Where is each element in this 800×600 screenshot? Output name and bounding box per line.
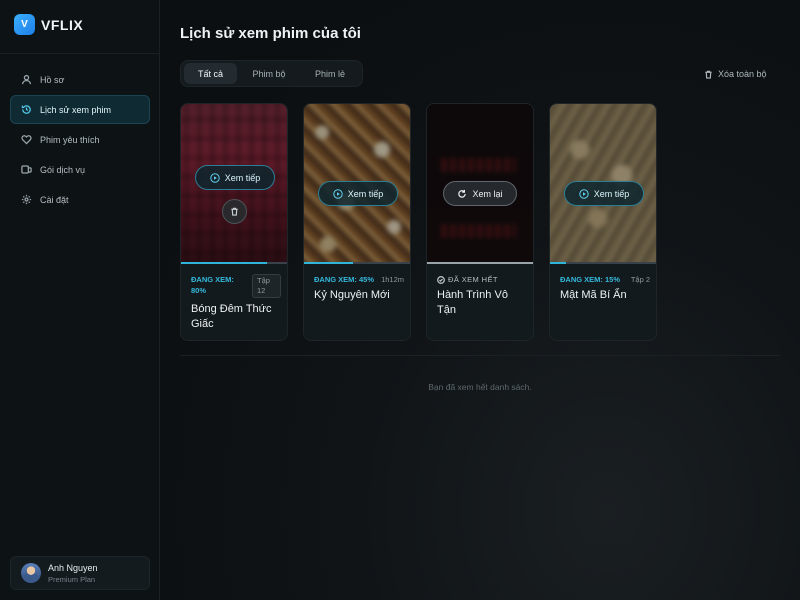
brand-name: VFLIX — [41, 16, 84, 33]
continue-button[interactable]: Xem tiếp — [564, 181, 644, 206]
end-of-list-note: Bạn đã xem hết danh sách. — [428, 382, 532, 392]
user-icon — [21, 74, 32, 85]
continue-label: Xem tiếp — [224, 172, 261, 183]
sidebar: V VFLIX Hồ sơ Lịch sử xem phim Phim yêu … — [0, 0, 160, 600]
delete-button[interactable] — [222, 199, 247, 224]
continue-label: Xem tiếp — [347, 188, 384, 199]
user-profile-card[interactable]: Anh Nguyen Premium Plan — [10, 556, 150, 590]
divider — [180, 355, 780, 356]
card-title: Mật Mã Bí Ẩn — [560, 289, 627, 301]
user-info: Anh Nguyen Premium Plan — [48, 563, 98, 584]
poster[interactable]: Xem tiếp — [550, 104, 656, 264]
tab-all[interactable]: Tất cả — [184, 63, 237, 84]
trash-icon — [231, 207, 238, 216]
progress-bar — [304, 262, 410, 264]
history-icon — [21, 104, 32, 115]
check-circle-icon — [437, 275, 445, 284]
sidebar-item-settings[interactable]: Cài đặt — [10, 185, 150, 214]
clear-all-label: Xóa toàn bộ — [718, 69, 767, 79]
progress-fill — [550, 262, 567, 264]
sidebar-item-label: Hồ sơ — [40, 74, 65, 85]
status-text: ĐANG XEM: 15% — [560, 275, 621, 284]
play-icon — [579, 188, 589, 199]
replay-label: Xem lại — [472, 188, 503, 199]
progress-bar — [550, 262, 656, 264]
progress-fill — [181, 262, 268, 264]
card-title: Hành Trình Vô Tận — [437, 289, 508, 316]
status-label: ĐÃ XEM HẾT — [448, 275, 498, 284]
poster[interactable]: Xem tiếp — [304, 104, 410, 264]
clear-all-button[interactable]: Xóa toàn bộ — [704, 67, 767, 81]
sidebar-item-profile[interactable]: Hồ sơ — [10, 65, 150, 94]
brand[interactable]: V VFLIX — [14, 14, 83, 35]
card-title: Bóng Đêm Thức Giấc — [191, 303, 272, 330]
progress-fill — [304, 262, 353, 264]
status-row: ĐANG XEM: 15% Tập 2 — [560, 274, 650, 285]
filter-tabs: Tất cả Phim bộ Phim lẻ — [180, 60, 363, 87]
card-title: Kỷ Nguyên Mới — [314, 289, 390, 301]
sidebar-item-label: Phim yêu thích — [40, 134, 100, 145]
progress-bar — [181, 262, 287, 264]
sidebar-item-history[interactable]: Lịch sử xem phim — [10, 95, 150, 124]
sidebar-item-label: Lịch sử xem phim — [40, 104, 112, 115]
status-row: ĐÃ XEM HẾT — [437, 274, 527, 285]
brand-logo: V — [14, 14, 35, 35]
replay-icon — [458, 189, 467, 198]
status-row: ĐANG XEM: 80% Tập 12 — [191, 274, 281, 298]
plans-icon — [21, 164, 32, 175]
continue-label: Xem tiếp — [593, 188, 630, 199]
gear-icon — [21, 194, 32, 205]
tab-series[interactable]: Phim bộ — [237, 63, 301, 84]
history-card[interactable]: Xem tiếp ĐANG XEM: 15% Tập 2 Mật Mã Bí Ẩ… — [549, 103, 657, 341]
user-name: Anh Nguyen — [48, 562, 98, 573]
history-card[interactable]: Xem lại ĐÃ XEM HẾT Hành Trình Vô Tận — [426, 103, 534, 341]
continue-button[interactable]: Xem tiếp — [195, 165, 275, 190]
sidebar-item-label: Gói dịch vụ — [40, 164, 86, 175]
status-text: ĐANG XEM: 80% — [191, 275, 234, 295]
sidebar-item-plans[interactable]: Gói dịch vụ — [10, 155, 150, 184]
duration-text: 1h12m — [381, 275, 404, 284]
status-row: ĐANG XEM: 45% 1h12m — [314, 274, 404, 285]
poster[interactable]: Xem lại — [427, 104, 533, 264]
page-title: Lịch sử xem phim của tôi — [180, 25, 361, 42]
history-card[interactable]: Xem tiếp ĐANG XEM: 45% 1h12m Kỷ Nguyên M… — [303, 103, 411, 341]
poster[interactable]: Xem tiếp — [181, 104, 287, 264]
sidebar-item-favorites[interactable]: Phim yêu thích — [10, 125, 150, 154]
status-text: ĐANG XEM: 45% — [314, 275, 375, 284]
avatar — [21, 563, 41, 583]
progress-fill — [427, 262, 533, 264]
sidebar-nav: Hồ sơ Lịch sử xem phim Phim yêu thích Gó… — [10, 65, 150, 215]
heart-icon — [21, 134, 32, 145]
history-card[interactable]: Xem tiếp ĐANG XEM: 80% Tập 12 Bóng Đêm T… — [180, 103, 288, 341]
play-icon — [333, 188, 343, 199]
replay-button[interactable]: Xem lại — [443, 181, 517, 206]
tab-movies[interactable]: Phim lẻ — [301, 63, 359, 84]
progress-bar — [427, 262, 533, 264]
trash-icon — [705, 70, 712, 79]
play-icon — [210, 172, 220, 183]
sidebar-item-label: Cài đặt — [40, 194, 69, 205]
status-text: ĐÃ XEM HẾT — [437, 274, 498, 285]
episode-text: Tập 2 — [630, 275, 650, 284]
continue-button[interactable]: Xem tiếp — [318, 181, 398, 206]
divider — [0, 53, 159, 54]
episode-badge: Tập 12 — [252, 274, 281, 298]
user-plan: Premium Plan — [48, 574, 96, 584]
